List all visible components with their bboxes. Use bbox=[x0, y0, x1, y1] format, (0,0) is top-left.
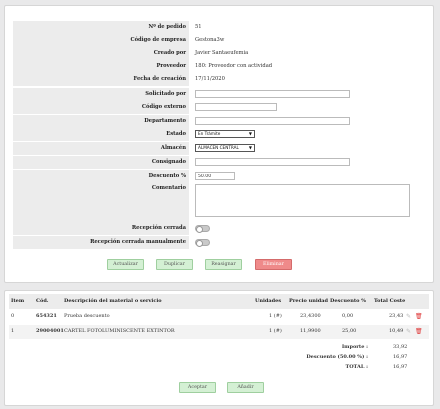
summary-label-amount: Importe : bbox=[341, 344, 368, 350]
field-label: Creado por bbox=[13, 47, 189, 60]
summary-label-discount: Descuento (50.00 %) : bbox=[306, 354, 368, 360]
summary-label-total: TOTAL : bbox=[345, 364, 368, 370]
field-reception-closed: Recepción cerrada bbox=[13, 222, 429, 235]
field-requested-by: Solicitado por bbox=[13, 88, 429, 101]
field-warehouse: Almacén ALMACEN CENTRAL ▼ bbox=[13, 142, 429, 155]
cell-units: 1 (#) bbox=[269, 328, 282, 334]
order-form-panel: Nº de pedido 51 Código de empresa Geston… bbox=[4, 5, 434, 283]
field-label: Recepción cerrada bbox=[13, 222, 189, 235]
col-discount: Descuento % bbox=[330, 298, 366, 304]
cell-unit-price: 11,9900 bbox=[300, 328, 321, 334]
cell-item: 1 bbox=[11, 328, 15, 334]
field-value: 17/11/2020 bbox=[195, 76, 225, 82]
col-unit-price: Precio unidad bbox=[289, 298, 328, 304]
cell-total: 10,49 bbox=[389, 328, 404, 334]
warehouse-select-value: ALMACEN CENTRAL bbox=[198, 145, 239, 150]
update-button[interactable]: Actualizar bbox=[107, 259, 144, 270]
field-label: Código externo bbox=[13, 101, 189, 114]
field-value: Javier Santaeufemia bbox=[195, 50, 249, 56]
field-label: Solicitado por bbox=[13, 88, 189, 101]
delete-button[interactable]: Eliminar bbox=[255, 259, 292, 270]
requested-by-input[interactable] bbox=[195, 90, 350, 98]
field-comment: Comentario bbox=[13, 182, 429, 222]
summary-value-amount: 33,92 bbox=[393, 344, 408, 350]
field-label: Almacén bbox=[13, 142, 189, 155]
field-company-code: Código de empresa Gestona3w bbox=[13, 34, 429, 47]
cell-unit-price: 23,4300 bbox=[300, 313, 321, 319]
toggle-knob bbox=[196, 226, 203, 233]
cell-code: 29004001 bbox=[36, 328, 64, 334]
field-order-number: Nº de pedido 51 bbox=[13, 21, 429, 34]
comment-textarea[interactable] bbox=[195, 184, 410, 217]
reassign-button[interactable]: Reasignar bbox=[205, 259, 242, 270]
cell-discount: 0,00 bbox=[342, 313, 354, 319]
add-button[interactable]: Añadir bbox=[227, 382, 264, 393]
cell-discount: 25,00 bbox=[342, 328, 357, 334]
field-label: Departamento bbox=[13, 115, 189, 128]
field-reception-closed-manual: Recepción cerrada manualmente bbox=[13, 236, 429, 249]
field-value: 180: Proveedor con actividad bbox=[195, 63, 273, 69]
duplicate-button[interactable]: Duplicar bbox=[156, 259, 193, 270]
chevron-down-icon: ▼ bbox=[248, 145, 252, 150]
trash-icon[interactable]: 🗑 bbox=[415, 327, 423, 336]
field-label: Comentario bbox=[13, 182, 189, 222]
field-created-by: Creado por Javier Santaeufemia bbox=[13, 47, 429, 60]
trash-icon[interactable]: 🗑 bbox=[415, 312, 423, 321]
col-description: Descripción del material o servicio bbox=[64, 298, 162, 304]
field-value: Gestona3w bbox=[195, 37, 225, 43]
edit-icon[interactable]: ✎ bbox=[406, 327, 411, 336]
field-consignee: Consignado bbox=[13, 156, 429, 169]
cell-units: 1 (#) bbox=[269, 313, 282, 319]
field-value: 51 bbox=[195, 24, 202, 30]
reception-closed-toggle[interactable] bbox=[195, 225, 210, 233]
cell-item: 0 bbox=[11, 313, 15, 319]
table-row[interactable]: 1 29004001 CARTEL FOTOLUMINISCENTE EXTIN… bbox=[9, 325, 429, 339]
reception-closed-manual-toggle[interactable] bbox=[195, 239, 210, 247]
department-input[interactable] bbox=[195, 117, 350, 125]
field-supplier: Proveedor 180: Proveedor con actividad bbox=[13, 60, 429, 73]
field-label: Consignado bbox=[13, 156, 189, 169]
col-units: Unidades bbox=[255, 298, 282, 304]
summary-value-total: 16,97 bbox=[393, 364, 408, 370]
status-select[interactable]: En Trámite ▼ bbox=[195, 130, 255, 138]
field-label: Fecha de creación bbox=[13, 73, 189, 86]
col-total: Total Coste bbox=[374, 298, 406, 304]
chevron-down-icon: ▼ bbox=[248, 131, 252, 136]
field-department: Departamento bbox=[13, 115, 429, 128]
consignee-input[interactable] bbox=[195, 158, 350, 166]
field-label: Recepción cerrada manualmente bbox=[13, 236, 189, 249]
field-external-code: Código externo bbox=[13, 101, 429, 114]
field-status: Estado En Trámite ▼ bbox=[13, 128, 429, 141]
external-code-input[interactable] bbox=[195, 103, 277, 111]
field-creation-date: Fecha de creación 17/11/2020 bbox=[13, 73, 429, 86]
col-item: Item bbox=[11, 298, 25, 304]
field-label: Nº de pedido bbox=[13, 21, 189, 34]
edit-icon[interactable]: ✎ bbox=[406, 312, 411, 321]
field-label: Código de empresa bbox=[13, 34, 189, 47]
accept-button[interactable]: Aceptar bbox=[179, 382, 216, 393]
cell-total: 23,43 bbox=[389, 313, 404, 319]
field-label: Estado bbox=[13, 128, 189, 141]
cell-description: Prueba descuento bbox=[64, 313, 110, 319]
toggle-knob bbox=[196, 240, 203, 247]
field-label: Proveedor bbox=[13, 60, 189, 73]
cell-code: 654321 bbox=[36, 313, 57, 319]
col-code: Cód. bbox=[36, 298, 49, 304]
summary-value-discount: 16,97 bbox=[393, 354, 408, 360]
order-items-panel: Item Cód. Descripción del material o ser… bbox=[4, 290, 434, 406]
warehouse-select[interactable]: ALMACEN CENTRAL ▼ bbox=[195, 144, 255, 152]
cell-description: CARTEL FOTOLUMINISCENTE EXTINTOR bbox=[64, 328, 175, 334]
status-select-value: En Trámite bbox=[198, 131, 221, 136]
discount-input[interactable] bbox=[195, 172, 235, 180]
table-row[interactable]: 0 654321 Prueba descuento 1 (#) 23,4300 … bbox=[9, 310, 429, 324]
